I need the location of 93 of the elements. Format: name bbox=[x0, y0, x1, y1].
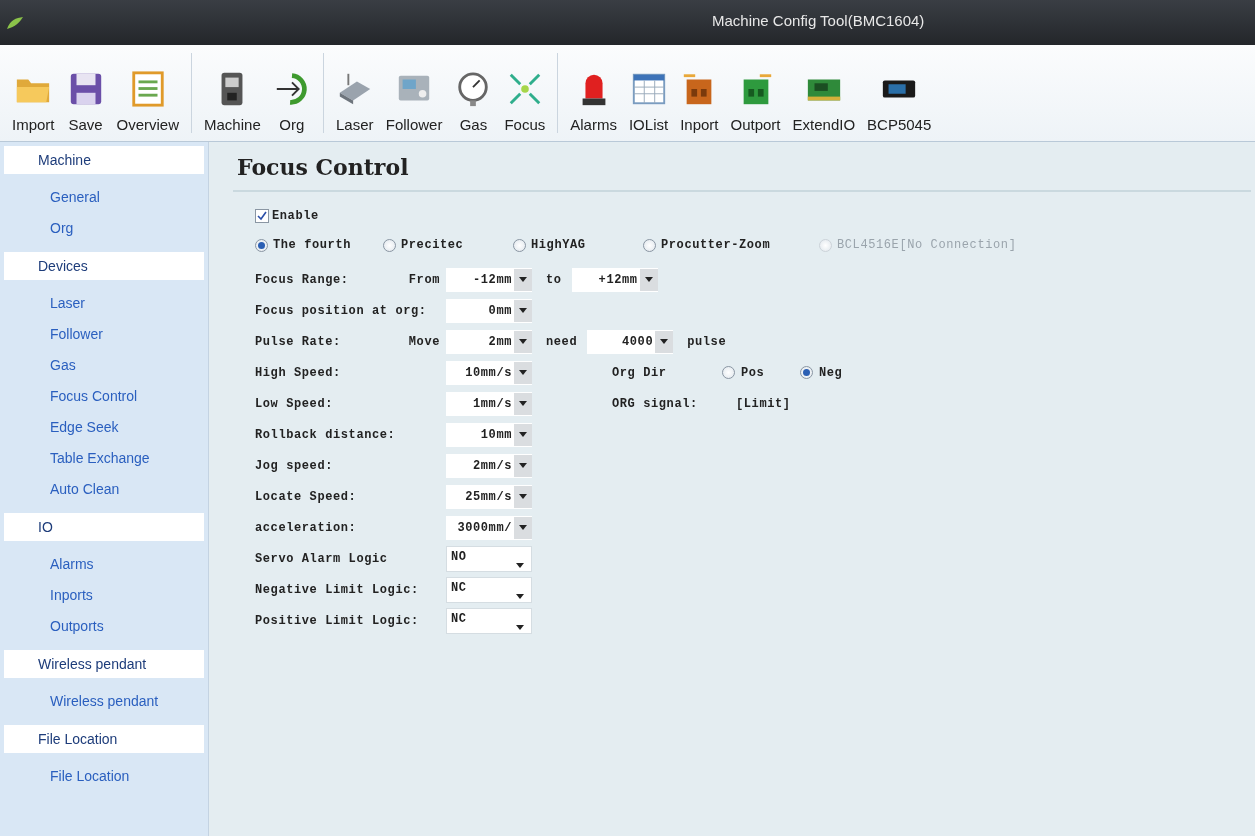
dropdown[interactable]: +12mm bbox=[571, 267, 658, 292]
sidebar-header[interactable]: File Location bbox=[4, 725, 204, 753]
sidebar-item[interactable]: Focus Control bbox=[50, 381, 208, 412]
toolbar-button[interactable]: Focus bbox=[498, 45, 552, 141]
radio-option[interactable]: Pos bbox=[722, 365, 800, 380]
toolbar-button[interactable]: Alarms bbox=[564, 45, 623, 141]
sidebar-header[interactable]: Wireless pendant bbox=[4, 650, 204, 678]
dropdown[interactable]: 3000mm/ bbox=[446, 515, 532, 540]
caret-icon bbox=[519, 277, 527, 282]
field-label: Focus position at org: bbox=[255, 303, 427, 318]
toolbar-button[interactable]: ExtendIO bbox=[786, 45, 862, 141]
caret-icon bbox=[519, 401, 527, 406]
radio-option[interactable]: HighYAG bbox=[513, 238, 615, 252]
toolbar-button[interactable]: Org bbox=[266, 45, 317, 141]
caret-icon bbox=[519, 463, 527, 468]
sidebar-item[interactable]: Alarms bbox=[50, 549, 208, 580]
dropdown[interactable]: 10mm/s bbox=[446, 360, 532, 385]
toolbar-button[interactable]: Save bbox=[60, 45, 111, 141]
field-label: From bbox=[408, 272, 441, 287]
sidebar-item[interactable]: Org bbox=[50, 213, 208, 244]
toolbar-button[interactable]: Overview bbox=[110, 45, 186, 141]
caret-icon bbox=[644, 277, 653, 282]
field-label: Rollback distance: bbox=[255, 427, 396, 442]
field-label: Negative Limit Logic: bbox=[255, 582, 419, 597]
toolbar-button[interactable]: Inport bbox=[674, 45, 725, 141]
dropdown[interactable]: 0mm bbox=[446, 298, 532, 323]
dropdown[interactable]: 2mm bbox=[446, 329, 532, 354]
toolbar-button[interactable]: Import bbox=[6, 45, 61, 141]
checkbox-label: Enable bbox=[272, 209, 319, 223]
sidebar-item[interactable]: Edge Seek bbox=[50, 412, 208, 443]
sidebar-item[interactable]: Gas bbox=[50, 350, 208, 381]
toolbar-button[interactable]: Follower bbox=[379, 45, 449, 141]
caret-icon bbox=[519, 370, 527, 375]
dropdown[interactable]: 2mm/s bbox=[446, 453, 532, 478]
toolbar-button[interactable]: BCP5045 bbox=[861, 45, 938, 141]
sidebar-item[interactable]: General bbox=[50, 182, 208, 213]
sidebar-header[interactable]: Devices bbox=[4, 252, 204, 280]
dropdown[interactable]: NC bbox=[446, 576, 532, 603]
dropdown[interactable]: 25mm/s bbox=[446, 484, 532, 509]
caret-icon bbox=[516, 562, 524, 568]
dropdown[interactable]: 4000 bbox=[587, 329, 674, 354]
sidebar-item[interactable]: Auto Clean bbox=[50, 474, 208, 505]
caret-icon bbox=[660, 339, 669, 344]
dropdown[interactable]: NO bbox=[446, 545, 532, 572]
window-title: Machine Config Tool(BMC1604) bbox=[712, 12, 925, 29]
toolbar-button[interactable]: Gas bbox=[448, 45, 499, 141]
sidebar-item[interactable]: Inports bbox=[50, 580, 208, 611]
caret-icon bbox=[519, 339, 527, 344]
sidebar-item[interactable]: File Location bbox=[50, 761, 208, 792]
field-label: Low Speed: bbox=[255, 396, 333, 411]
sidebar-header[interactable]: Machine bbox=[4, 146, 204, 174]
dropdown[interactable]: -12mm bbox=[446, 267, 532, 292]
radio-option[interactable]: The fourth bbox=[255, 238, 355, 252]
field-label: High Speed: bbox=[255, 365, 341, 380]
field-label: Org Dir bbox=[612, 365, 668, 380]
radio-option[interactable]: Precitec bbox=[383, 238, 485, 252]
sidebar-item[interactable]: Table Exchange bbox=[50, 443, 208, 474]
sidebar-item[interactable]: Laser bbox=[50, 288, 208, 319]
field-label: Move bbox=[408, 334, 441, 349]
field-text: [Limit] bbox=[736, 396, 791, 411]
sidebar-item[interactable]: Wireless pendant bbox=[50, 686, 208, 717]
field-label: Positive Limit Logic: bbox=[255, 613, 419, 628]
caret-icon bbox=[516, 624, 524, 630]
toolbar-button[interactable]: Machine bbox=[198, 45, 267, 141]
caret-icon bbox=[516, 593, 524, 599]
checkbox[interactable] bbox=[255, 209, 269, 223]
field-text: need bbox=[546, 334, 578, 349]
panel-title: Focus Control bbox=[233, 142, 1251, 192]
field-label: ORG signal: bbox=[612, 396, 699, 411]
field-label: Focus Range: bbox=[255, 272, 349, 287]
sidebar-item[interactable]: Outports bbox=[50, 611, 208, 642]
radio-option[interactable]: Neg bbox=[800, 365, 878, 380]
sidebar-item[interactable]: Follower bbox=[50, 319, 208, 350]
leaf-icon bbox=[6, 15, 24, 30]
dropdown[interactable]: NC bbox=[446, 607, 532, 634]
field-label: Jog speed: bbox=[255, 458, 333, 473]
dropdown[interactable]: 1mm/s bbox=[446, 391, 532, 416]
toolbar-button[interactable]: Laser bbox=[329, 45, 380, 141]
caret-icon bbox=[519, 308, 527, 313]
dropdown[interactable]: 10mm bbox=[446, 422, 532, 447]
field-label: Servo Alarm Logic bbox=[255, 551, 388, 566]
field-label: acceleration: bbox=[255, 520, 357, 535]
field-label: Locate Speed: bbox=[255, 489, 357, 504]
toolbar-button[interactable]: IOList bbox=[622, 45, 675, 141]
toolbar-button[interactable]: Outport bbox=[724, 45, 787, 141]
field-text: pulse bbox=[687, 334, 727, 349]
field-text: to bbox=[546, 272, 562, 287]
sidebar-header[interactable]: IO bbox=[4, 513, 204, 541]
caret-icon bbox=[519, 525, 527, 530]
field-label: Pulse Rate: bbox=[255, 334, 341, 349]
caret-icon bbox=[519, 432, 527, 437]
radio-option[interactable]: Procutter-Zoom bbox=[643, 238, 791, 252]
caret-icon bbox=[519, 494, 527, 499]
